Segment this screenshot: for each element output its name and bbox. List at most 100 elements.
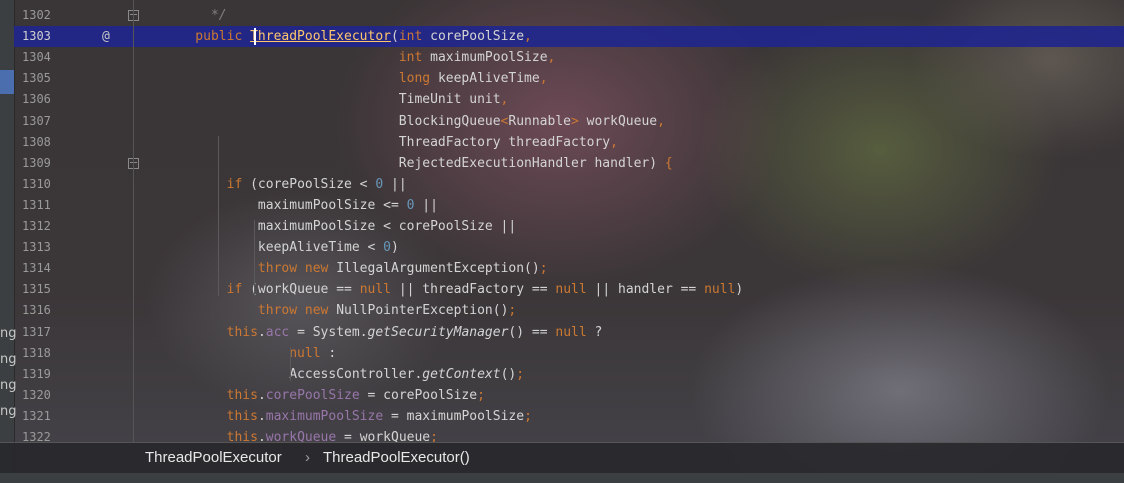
code-token: this bbox=[226, 324, 258, 340]
code-line[interactable]: 1321 this.maximumPoolSize = maximumPoolS… bbox=[14, 406, 1124, 427]
code-token: || bbox=[414, 197, 438, 213]
code-token: () bbox=[492, 303, 509, 319]
code-line[interactable]: 1318 null : bbox=[14, 343, 1124, 364]
code-token: ? bbox=[586, 324, 603, 340]
code-token: maximumPoolSize bbox=[265, 408, 384, 424]
line-number[interactable]: 1303 bbox=[22, 26, 62, 47]
line-number[interactable]: 1302 bbox=[22, 5, 62, 26]
code-token: maximumPoolSize <= bbox=[164, 197, 407, 213]
line-number[interactable]: 1306 bbox=[22, 89, 62, 110]
code-token: if bbox=[226, 176, 251, 192]
code-token: public bbox=[164, 29, 251, 45]
code-line[interactable]: 1310 if (corePoolSize < 0 || bbox=[14, 174, 1124, 195]
line-number[interactable]: 1311 bbox=[22, 195, 62, 216]
code-token: , bbox=[610, 134, 618, 150]
code-token: { bbox=[664, 155, 673, 171]
code-line[interactable]: 1312 maximumPoolSize < corePoolSize || bbox=[14, 216, 1124, 237]
line-number[interactable]: 1308 bbox=[22, 132, 62, 153]
breadcrumb-class[interactable]: ThreadPoolExecutor bbox=[145, 449, 282, 466]
code-text[interactable]: null : bbox=[164, 343, 336, 364]
code-text[interactable]: this.acc = System.getSecurityManager() =… bbox=[164, 322, 603, 343]
code-line[interactable]: 1302 */ bbox=[14, 5, 1124, 26]
code-token: = System. bbox=[289, 324, 368, 340]
code-token: throw new bbox=[257, 261, 337, 277]
code-text[interactable]: keepAliveTime < 0) bbox=[164, 237, 399, 258]
code-token: null bbox=[289, 345, 321, 361]
code-line[interactable]: 1316 throw new NullPointerException(); bbox=[14, 300, 1124, 321]
code-line[interactable]: 1319 AccessController.getContext(); bbox=[14, 364, 1124, 385]
project-panel-edge[interactable]: ng ng ng ng bbox=[0, 0, 17, 483]
code-text[interactable]: if (corePoolSize < 0 || bbox=[164, 174, 407, 195]
line-number[interactable]: 1307 bbox=[22, 111, 62, 132]
line-number[interactable]: 1318 bbox=[22, 343, 62, 364]
breadcrumb: ThreadPoolExecutor › ThreadPoolExecutor(… bbox=[0, 442, 1124, 474]
code-text[interactable]: maximumPoolSize < corePoolSize || bbox=[164, 216, 516, 237]
code-text[interactable]: public ThreadPoolExecutor(int corePoolSi… bbox=[164, 26, 532, 47]
code-token: null bbox=[359, 282, 391, 298]
code-text[interactable]: throw new NullPointerException(); bbox=[164, 300, 516, 321]
gutter-divider bbox=[133, 0, 134, 442]
override-marker-icon[interactable]: @ bbox=[102, 26, 110, 47]
code-text[interactable]: BlockingQueue<Runnable> workQueue, bbox=[164, 111, 665, 132]
code-line[interactable]: 1314 throw new IllegalArgumentException(… bbox=[14, 258, 1124, 279]
code-token: TimeUnit unit bbox=[164, 92, 501, 108]
code-text[interactable]: TimeUnit unit, bbox=[164, 89, 509, 110]
code-line[interactable]: 1306 TimeUnit unit, bbox=[14, 89, 1124, 110]
code-token: , bbox=[500, 92, 509, 108]
code-line[interactable]: 1311 maximumPoolSize <= 0 || bbox=[14, 195, 1124, 216]
code-token: this bbox=[226, 408, 258, 424]
code-token: ; bbox=[508, 303, 517, 319]
code-line[interactable]: 1309 RejectedExecutionHandler handler) { bbox=[14, 153, 1124, 174]
code-line[interactable]: 1315 if (workQueue == null || threadFact… bbox=[14, 279, 1124, 300]
code-token: , bbox=[547, 50, 556, 66]
line-number[interactable]: 1313 bbox=[22, 237, 62, 258]
line-number[interactable]: 1314 bbox=[22, 258, 62, 279]
line-number[interactable]: 1315 bbox=[22, 279, 62, 300]
line-number[interactable]: 1317 bbox=[22, 322, 62, 343]
text-caret bbox=[254, 28, 256, 46]
code-text[interactable]: ThreadFactory threadFactory, bbox=[164, 132, 618, 153]
indent-guide bbox=[290, 346, 291, 381]
code-text[interactable]: */ bbox=[164, 5, 227, 26]
code-text[interactable]: throw new IllegalArgumentException(); bbox=[164, 258, 548, 279]
code-text[interactable]: if (workQueue == null || threadFactory =… bbox=[164, 279, 744, 300]
line-number[interactable]: 1304 bbox=[22, 47, 62, 68]
code-text[interactable]: this.maximumPoolSize = maximumPoolSize; bbox=[164, 406, 532, 427]
line-number[interactable]: 1310 bbox=[22, 174, 62, 195]
code-token: workQueue bbox=[578, 113, 658, 129]
code-token: () bbox=[500, 366, 517, 382]
code-text[interactable]: RejectedExecutionHandler handler) { bbox=[164, 153, 673, 174]
code-line[interactable]: 1305 long keepAliveTime, bbox=[14, 68, 1124, 89]
breadcrumb-method[interactable]: ThreadPoolExecutor() bbox=[323, 449, 470, 466]
code-token: NullPointerException bbox=[336, 303, 493, 319]
code-line[interactable]: 1303 public ThreadPoolExecutor(int coreP… bbox=[14, 26, 1124, 48]
code-line[interactable]: 1304 int maximumPoolSize, bbox=[14, 47, 1124, 68]
code-text[interactable]: AccessController.getContext(); bbox=[164, 364, 524, 385]
code-text[interactable]: int maximumPoolSize, bbox=[164, 47, 556, 68]
code-line[interactable]: 1320 this.corePoolSize = corePoolSize; bbox=[14, 385, 1124, 406]
code-line[interactable]: 1317 this.acc = System.getSecurityManage… bbox=[14, 322, 1124, 343]
status-strip bbox=[0, 473, 1124, 483]
code-line[interactable]: 1308 ThreadFactory threadFactory, bbox=[14, 132, 1124, 153]
code-token: . bbox=[257, 387, 266, 403]
code-text[interactable]: maximumPoolSize <= 0 || bbox=[164, 195, 438, 216]
code-token: null bbox=[704, 282, 736, 298]
line-number[interactable]: 1321 bbox=[22, 406, 62, 427]
line-number[interactable]: 1305 bbox=[22, 68, 62, 89]
code-token: 0 bbox=[375, 176, 384, 192]
code-line[interactable]: 1307 BlockingQueue<Runnable> workQueue, bbox=[14, 111, 1124, 132]
code-line[interactable]: 1313 keepAliveTime < 0) bbox=[14, 237, 1124, 258]
code-token: ) bbox=[735, 282, 744, 298]
code-text[interactable]: this.corePoolSize = corePoolSize; bbox=[164, 385, 485, 406]
code-token: */ bbox=[164, 8, 227, 23]
line-number[interactable]: 1320 bbox=[22, 385, 62, 406]
code-token: corePoolSize bbox=[265, 387, 360, 403]
code-text[interactable]: long keepAliveTime, bbox=[164, 68, 548, 89]
line-number[interactable]: 1316 bbox=[22, 300, 62, 321]
code-token: Runnable bbox=[508, 113, 571, 129]
line-number[interactable]: 1319 bbox=[22, 364, 62, 385]
line-number[interactable]: 1309 bbox=[22, 153, 62, 174]
line-number[interactable]: 1312 bbox=[22, 216, 62, 237]
